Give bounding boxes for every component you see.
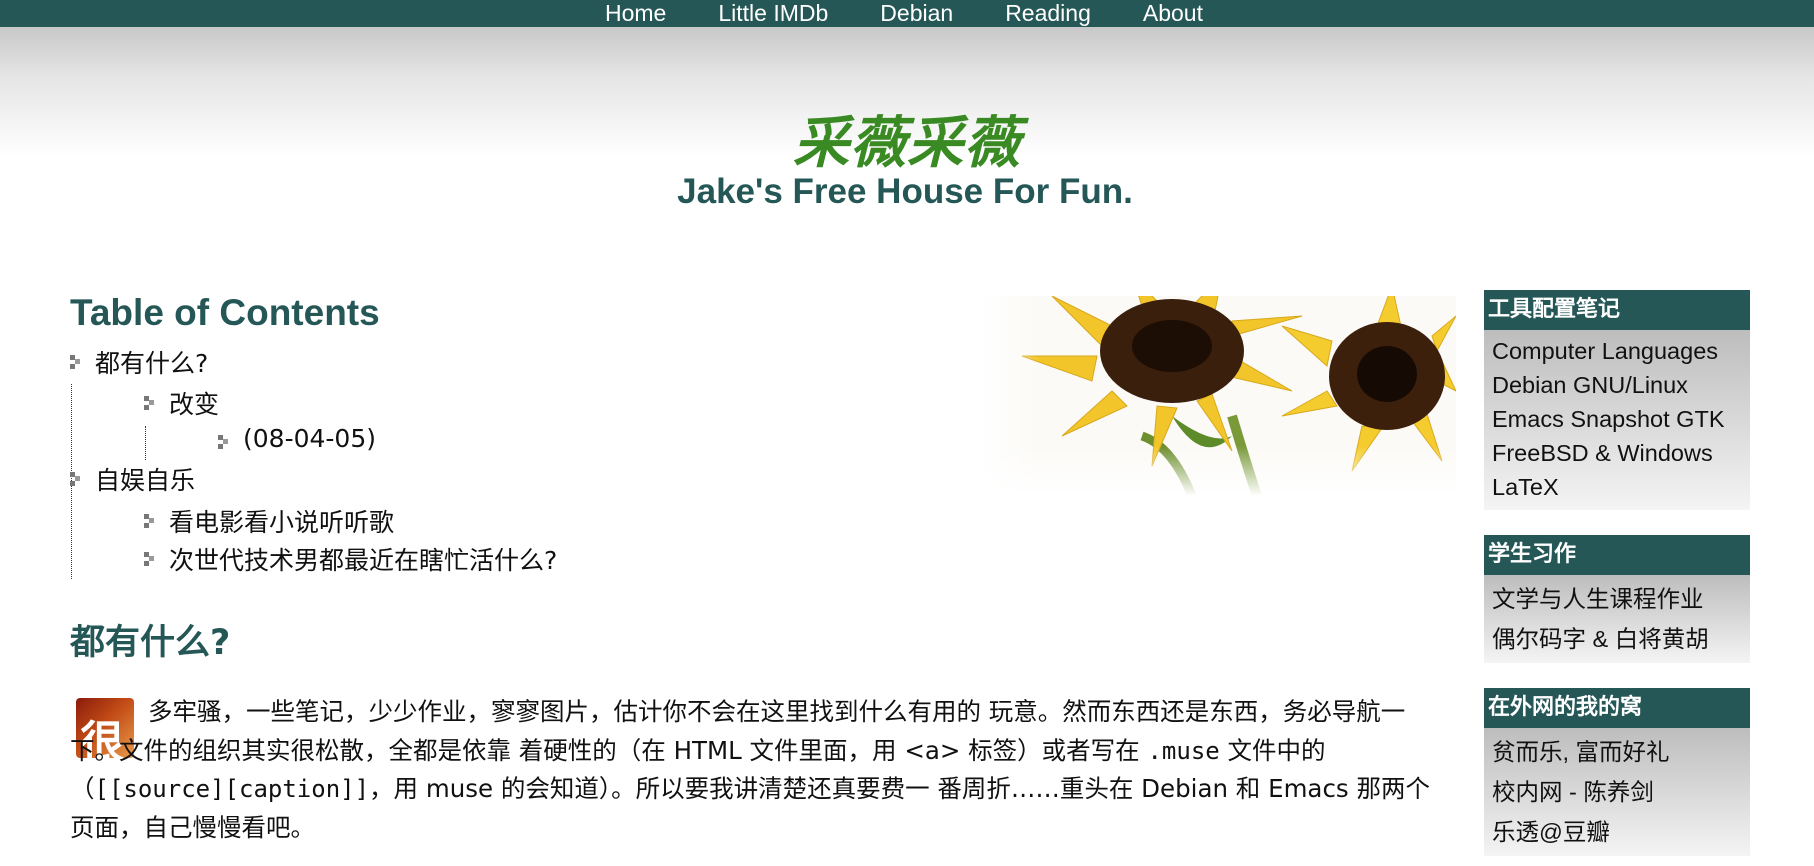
sidebar-link-writing[interactable]: 偶尔码字 & 白将黄胡 — [1492, 619, 1750, 659]
sidebar-link-emacs[interactable]: Emacs Snapshot GTK — [1492, 402, 1750, 436]
nav-reading-link[interactable]: Reading — [1005, 0, 1091, 27]
sidebar-box-tools: 工具配置笔记 Computer Languages Debian GNU/Lin… — [1484, 290, 1750, 510]
nav-debian-link[interactable]: Debian — [880, 0, 953, 27]
toc-link-movies[interactable]: 看电影看小说听听歌 — [169, 503, 394, 539]
sidebar-link-xiaonei[interactable]: 校内网 - 陈养剑 — [1492, 772, 1750, 812]
toc-title: Table of Contents — [70, 292, 380, 333]
sidebar-box-student: 学生习作 文学与人生课程作业 偶尔码字 & 白将黄胡 — [1484, 535, 1750, 663]
toc-tree-line — [145, 426, 146, 460]
bullet-icon — [144, 396, 156, 410]
sidebar-link-douban[interactable]: 乐透@豆瓣 — [1492, 812, 1750, 852]
site-subtitle: Jake's Free House For Fun. — [677, 172, 1133, 211]
nav-home-link[interactable]: Home — [605, 0, 666, 27]
bullet-icon — [70, 472, 82, 486]
toc-link-date[interactable]: (08-04-05) — [243, 424, 376, 453]
bullet-icon — [70, 355, 82, 369]
toc-link-tech[interactable]: 次世代技术男都最近在瞎忙活什么? — [169, 541, 557, 577]
intro-paragraph: 多牢骚，一些笔记，少少作业，寥寥图片，估计你不会在这里找到什么有用的 玩意。然而… — [70, 693, 1440, 847]
section-title: 都有什么? — [70, 623, 231, 663]
sidebar-box-title: 在外网的我的窝 — [1484, 688, 1750, 728]
para-code-muse: .muse — [1147, 736, 1220, 765]
toc-link-what[interactable]: 都有什么? — [95, 344, 208, 380]
sidebar-link-latex[interactable]: LaTeX — [1492, 470, 1750, 504]
para-code-source: [[source][caption]] — [94, 775, 370, 803]
bullet-icon — [144, 552, 156, 566]
sidebar-link-computer-languages[interactable]: Computer Languages — [1492, 334, 1750, 368]
site-title: 采薇采薇 — [793, 111, 1021, 176]
sidebar-link-blog[interactable]: 贫而乐, 富而好礼 — [1492, 732, 1750, 772]
sidebar-box-title: 工具配置笔记 — [1484, 290, 1750, 330]
nav-little-imdb-link[interactable]: Little IMDb — [718, 0, 828, 27]
sidebar-box-external: 在外网的我的窝 贫而乐, 富而好礼 校内网 - 陈养剑 乐透@豆瓣 — [1484, 688, 1750, 856]
bullet-icon — [144, 514, 156, 528]
sidebar-link-freebsd[interactable]: FreeBSD & Windows — [1492, 436, 1750, 470]
top-navigation: Home Little IMDb Debian Reading About — [0, 0, 1814, 27]
nav-about-link[interactable]: About — [1143, 0, 1203, 27]
sidebar-box-title: 学生习作 — [1484, 535, 1750, 575]
sidebar-link-literature[interactable]: 文学与人生课程作业 — [1492, 579, 1750, 619]
sidebar-link-debian[interactable]: Debian GNU/Linux — [1492, 368, 1750, 402]
toc-link-change[interactable]: 改变 — [169, 385, 219, 421]
bullet-icon — [218, 435, 230, 449]
toc-link-entertainment[interactable]: 自娱自乐 — [95, 461, 195, 497]
sunflower-image — [982, 296, 1456, 496]
